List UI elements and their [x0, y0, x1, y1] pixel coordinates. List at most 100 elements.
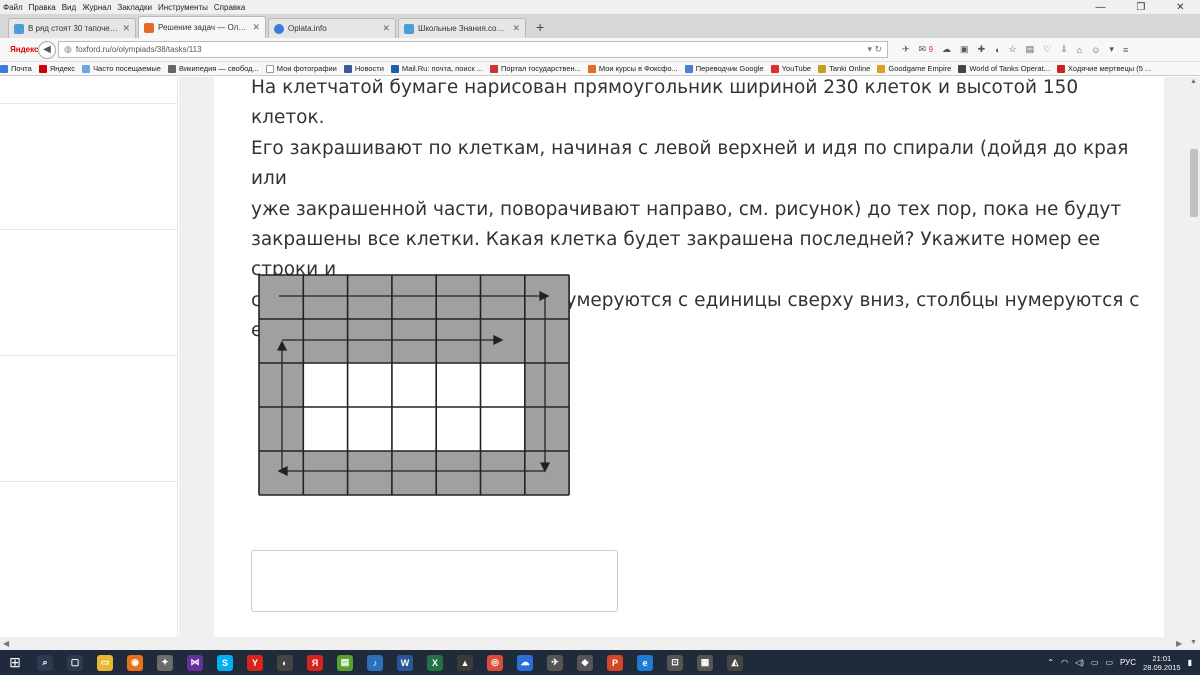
edge-taskbar-button[interactable]: e [630, 650, 660, 675]
bookmark-item[interactable]: Мои фотографии [265, 64, 337, 73]
scroll-up-icon[interactable]: ▲ [1190, 78, 1197, 85]
yandex-browser-taskbar-button[interactable]: Y [240, 650, 270, 675]
keyboard-icon[interactable]: ▭ [1105, 658, 1113, 667]
settings-taskbar-button[interactable]: ✦ [150, 650, 180, 675]
task-view-taskbar-button[interactable]: ▢ [60, 650, 90, 675]
tab-foxford[interactable]: Решение задач — Олим... ✕ [138, 16, 266, 38]
search-taskbar-button[interactable]: ⌕ [30, 650, 60, 675]
excel-taskbar-button[interactable]: X [420, 650, 450, 675]
chat-icon[interactable]: ☺ [1091, 45, 1100, 55]
address-bar[interactable]: ◍ foxford.ru/o/olympiads/38/tasks/113 ▾ … [58, 41, 888, 58]
bookmark-item[interactable]: Goodgame Empire [877, 64, 951, 73]
vertical-scrollbar[interactable]: ▲ ▼ [1188, 77, 1200, 650]
bookmark-item[interactable]: Mail.Ru: почта, поиск ... [390, 64, 483, 73]
close-window-icon[interactable]: ✕ [1176, 2, 1184, 13]
bookmark-favicon-icon [489, 64, 498, 73]
tab-close-icon[interactable]: ✕ [512, 23, 520, 34]
addon-icon[interactable]: ▾ [1109, 44, 1114, 55]
menu-history[interactable]: Журнал [79, 3, 114, 12]
bookmark-item[interactable]: Новости [343, 64, 384, 73]
gift-icon[interactable]: ✚ [978, 44, 986, 55]
menu-file[interactable]: Файл [0, 3, 26, 12]
bookmark-item[interactable]: Википедия — свобод... [167, 64, 259, 73]
yandex-logo[interactable]: Яндекс [10, 45, 38, 54]
download-icon[interactable]: ⇩ [1060, 44, 1068, 55]
audio-taskbar-button[interactable]: ♪ [360, 650, 390, 675]
bookmark-item[interactable]: Переводчик Google [684, 64, 764, 73]
bookmark-item[interactable]: YouTube [770, 64, 811, 73]
scroll-down-icon[interactable]: ▼ [1190, 639, 1197, 646]
tab-close-icon[interactable]: ✕ [252, 22, 260, 33]
menu-bookmarks[interactable]: Закладки [114, 3, 155, 12]
tab-oplata[interactable]: Oplata.info ✕ [268, 18, 396, 38]
unshaded-cell [480, 363, 525, 407]
shaded-cell [259, 363, 304, 407]
start-button[interactable]: ⊞ [0, 650, 30, 675]
message-icon[interactable]: ▭ [1091, 658, 1099, 667]
bookmark-item[interactable]: Tanki Online [818, 64, 870, 73]
plane-taskbar-button[interactable]: ✈ [540, 650, 570, 675]
chrome-taskbar-button[interactable]: ◎ [480, 650, 510, 675]
word-taskbar-button[interactable]: W [390, 650, 420, 675]
globe-icon: ◍ [64, 44, 72, 54]
bookmark-item[interactable]: Яндекс [38, 64, 75, 73]
hamburger-menu-icon[interactable]: ≡ [1123, 45, 1128, 55]
yandex-taskbar-button[interactable]: Я [300, 650, 330, 675]
reading-list-icon[interactable]: ▤ [1026, 44, 1035, 55]
horizontal-scrollbar[interactable]: ◀ ▶ [0, 637, 1188, 650]
network-icon[interactable]: ◠ [1061, 658, 1068, 667]
language-indicator[interactable]: РУС [1120, 658, 1136, 667]
skype-taskbar-button[interactable]: S [210, 650, 240, 675]
store-taskbar-button[interactable]: ⊡ [660, 650, 690, 675]
tank-taskbar-button[interactable]: ◭ [720, 650, 750, 675]
mail-icon[interactable]: ✉ 9 [919, 44, 934, 55]
menu-tools[interactable]: Инструменты [155, 3, 211, 12]
bookmark-item[interactable]: World of Tanks Operat... [958, 64, 1050, 73]
tab-slippers[interactable]: В ряд стоят 30 тапочек, 1... ✕ [8, 18, 136, 38]
restore-icon[interactable]: ❐ [1136, 2, 1145, 13]
unshaded-cell [347, 363, 392, 407]
folder-taskbar-button[interactable]: ▤ [330, 650, 360, 675]
bookmark-item[interactable]: Почта [0, 64, 32, 73]
star-icon[interactable]: ☆ [1009, 44, 1017, 55]
vs-taskbar-button[interactable]: ⋈ [180, 650, 210, 675]
vertical-scrollbar-thumb[interactable] [1190, 149, 1198, 217]
bookmark-item[interactable]: Мои курсы в Фоксфо... [587, 64, 678, 73]
bookmark-item[interactable]: Портал государствен... [489, 64, 581, 73]
tray-chevron-icon[interactable]: ⌃ [1047, 658, 1054, 667]
bookmarks-bar: Почта Яндекс Часто посещаемые Википедия — с… [0, 62, 1200, 76]
home-icon[interactable]: ⌂ [1077, 45, 1082, 55]
firefox-taskbar-button[interactable]: ◉ [120, 650, 150, 675]
tab-close-icon[interactable]: ✕ [122, 23, 130, 34]
shield-taskbar-button[interactable]: ◆ [570, 650, 600, 675]
clock[interactable]: 21:01 28.09.2015 [1143, 654, 1181, 672]
powerpoint-taskbar-button[interactable]: P [600, 650, 630, 675]
translate-icon[interactable]: ✈ [902, 44, 910, 55]
answer-input[interactable] [251, 550, 618, 612]
minimize-icon[interactable]: — [1095, 2, 1105, 13]
pocket-icon[interactable]: ♡ [1043, 44, 1051, 55]
media-taskbar-button[interactable]: ◐ [270, 650, 300, 675]
tab-znania[interactable]: Школьные Знания.com -... ✕ [398, 18, 526, 38]
menu-view[interactable]: Вид [59, 3, 79, 12]
back-button[interactable]: ◀ [38, 40, 56, 59]
url-text[interactable]: foxford.ru/o/olympiads/38/tasks/113 [76, 45, 868, 54]
notifications-icon[interactable]: ▮ [1188, 658, 1192, 667]
new-tab-button[interactable]: + [528, 19, 552, 38]
bookmark-item[interactable]: Часто посещаемые [82, 64, 161, 73]
onedrive-taskbar-button[interactable]: ☁ [510, 650, 540, 675]
explorer-taskbar-button[interactable]: ▭ [90, 650, 120, 675]
weather-icon[interactable]: ☁ [942, 44, 951, 55]
menu-help[interactable]: Справка [211, 3, 248, 12]
volume-icon[interactable]: ◁) [1075, 658, 1084, 667]
scroll-left-icon[interactable]: ◀ [3, 639, 9, 648]
bookmark-item[interactable]: Ходячие мертвецы (5 ... [1056, 64, 1151, 73]
extension-icon[interactable]: ▣ [960, 44, 969, 55]
reload-icon[interactable]: ▾ ↻ [867, 44, 882, 55]
menu-edit[interactable]: Правка [26, 3, 59, 12]
tab-close-icon[interactable]: ✕ [382, 23, 390, 34]
calculator-taskbar-button[interactable]: ▦ [690, 650, 720, 675]
scroll-right-icon[interactable]: ▶ [1176, 639, 1182, 648]
game-taskbar-button[interactable]: ▲ [450, 650, 480, 675]
sound-icon[interactable]: ◖ [994, 45, 999, 55]
